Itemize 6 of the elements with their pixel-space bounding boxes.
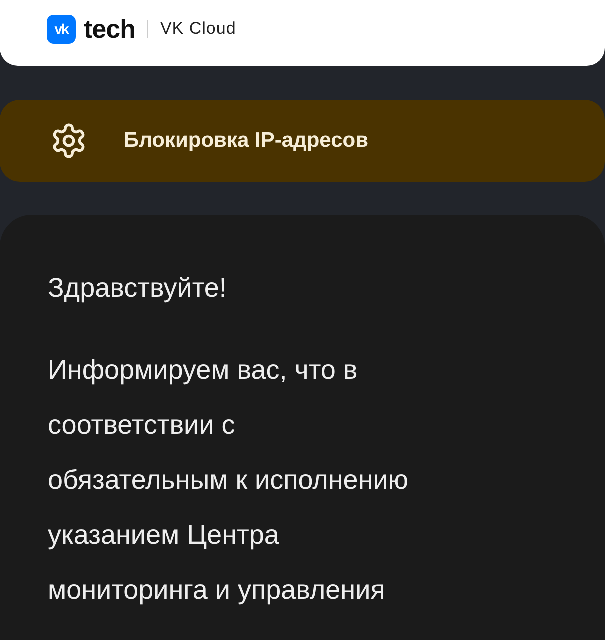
brand-name: tech	[84, 14, 136, 44]
logo-mark: vk	[47, 14, 76, 44]
product-name: VK Cloud	[160, 19, 236, 39]
message-body: Информируем вас, что в соответствии с обязательным к исполнению указанием Центра мониторинга и управления	[48, 354, 410, 607]
banner-title: Блокировка IP-адресов	[124, 129, 368, 153]
greeting-text: Здравствуйте!	[48, 273, 228, 304]
